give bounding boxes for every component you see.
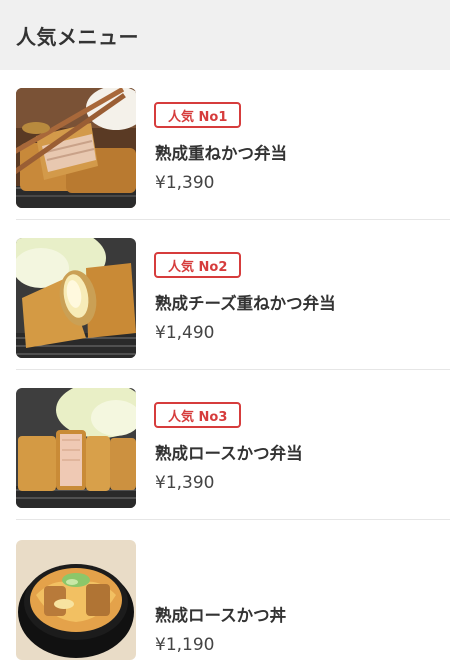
menu-item-2[interactable]: 人気 No2 熟成チーズ重ねかつ弁当 ¥1,490 xyxy=(0,220,450,370)
badge-label: 人気 No1 xyxy=(168,109,228,125)
menu-item-1[interactable]: 人気 No1 熟成重ねかつ弁当 ¥1,390 xyxy=(0,70,450,220)
item-name: 熟成ロースかつ弁当 xyxy=(155,444,303,463)
item-price: ¥1,190 xyxy=(155,635,215,655)
item-price: ¥1,390 xyxy=(155,173,215,193)
item-name: 熟成重ねかつ弁当 xyxy=(155,144,287,163)
loin-katsudon-photo xyxy=(16,540,136,660)
menu-item-3[interactable]: 人気 No3 熟成ロースかつ弁当 ¥1,390 xyxy=(0,370,450,520)
layered-katsu-bento-photo xyxy=(16,88,136,208)
page-header: 人気メニュー xyxy=(0,0,450,70)
page-title: 人気メニュー xyxy=(16,24,139,49)
popularity-badge: 人気 No3 xyxy=(154,402,242,428)
item-name: 熟成チーズ重ねかつ弁当 xyxy=(155,294,336,313)
badge-label: 人気 No2 xyxy=(168,259,228,275)
badge-label: 人気 No3 xyxy=(168,409,228,425)
popularity-badge: 人気 No1 xyxy=(154,102,242,128)
loin-katsu-bento-photo xyxy=(16,388,136,508)
cheese-katsu-bento-photo xyxy=(16,238,136,358)
popularity-badge: 人気 No2 xyxy=(154,252,242,278)
item-price: ¥1,490 xyxy=(155,323,215,343)
menu-item-4[interactable]: 熟成ロースかつ丼 ¥1,190 xyxy=(0,520,450,670)
item-price: ¥1,390 xyxy=(155,473,215,493)
item-name: 熟成ロースかつ丼 xyxy=(155,606,287,625)
